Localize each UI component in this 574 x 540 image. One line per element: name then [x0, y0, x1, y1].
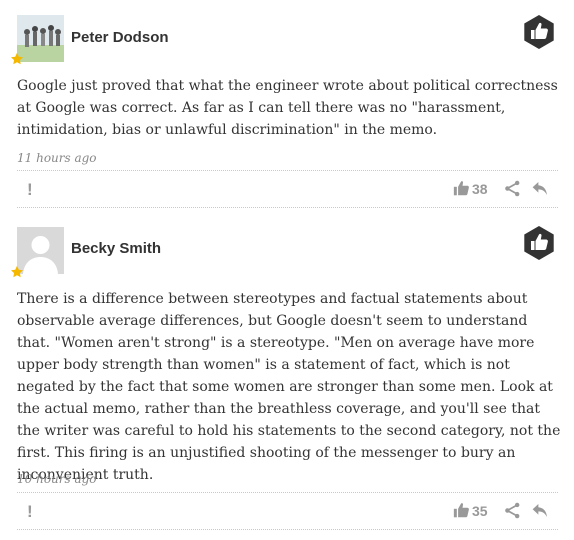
- thumbs-up-badge-icon[interactable]: [522, 15, 556, 49]
- reply-icon[interactable]: [531, 180, 549, 197]
- group-photo-avatar-icon: [17, 15, 64, 62]
- thumbs-up-icon: [453, 503, 469, 518]
- thumbs-up-icon: [453, 181, 469, 196]
- author-name[interactable]: Becky Smith: [71, 240, 161, 257]
- author-name[interactable]: Peter Dodson: [71, 29, 169, 46]
- like-count: 35: [472, 503, 488, 519]
- comment-text: Google just proved that what the enginee…: [17, 78, 558, 138]
- flag-icon[interactable]: !: [27, 502, 33, 522]
- comment-actions: ! 38: [17, 170, 558, 208]
- comment: Peter Dodson Google just proved that wha…: [0, 0, 574, 208]
- comment-actions: ! 35: [17, 492, 558, 530]
- avatar[interactable]: [10, 227, 64, 278]
- avatar[interactable]: [10, 15, 64, 65]
- timestamp: 10 hours ago: [17, 472, 97, 486]
- timestamp: 11 hours ago: [17, 151, 97, 165]
- star-icon: [10, 52, 24, 65]
- share-icon[interactable]: [504, 180, 521, 197]
- flag-icon[interactable]: !: [27, 180, 33, 200]
- thumbs-up-badge-icon[interactable]: [522, 226, 556, 260]
- default-user-avatar-icon: [17, 227, 64, 274]
- comment-text: There is a difference between stereotype…: [17, 291, 561, 483]
- star-icon: [10, 265, 24, 278]
- share-icon[interactable]: [504, 502, 521, 519]
- like-count: 38: [472, 181, 488, 197]
- reply-icon[interactable]: [531, 502, 549, 519]
- comment: Becky Smith There is a difference betwee…: [0, 205, 574, 540]
